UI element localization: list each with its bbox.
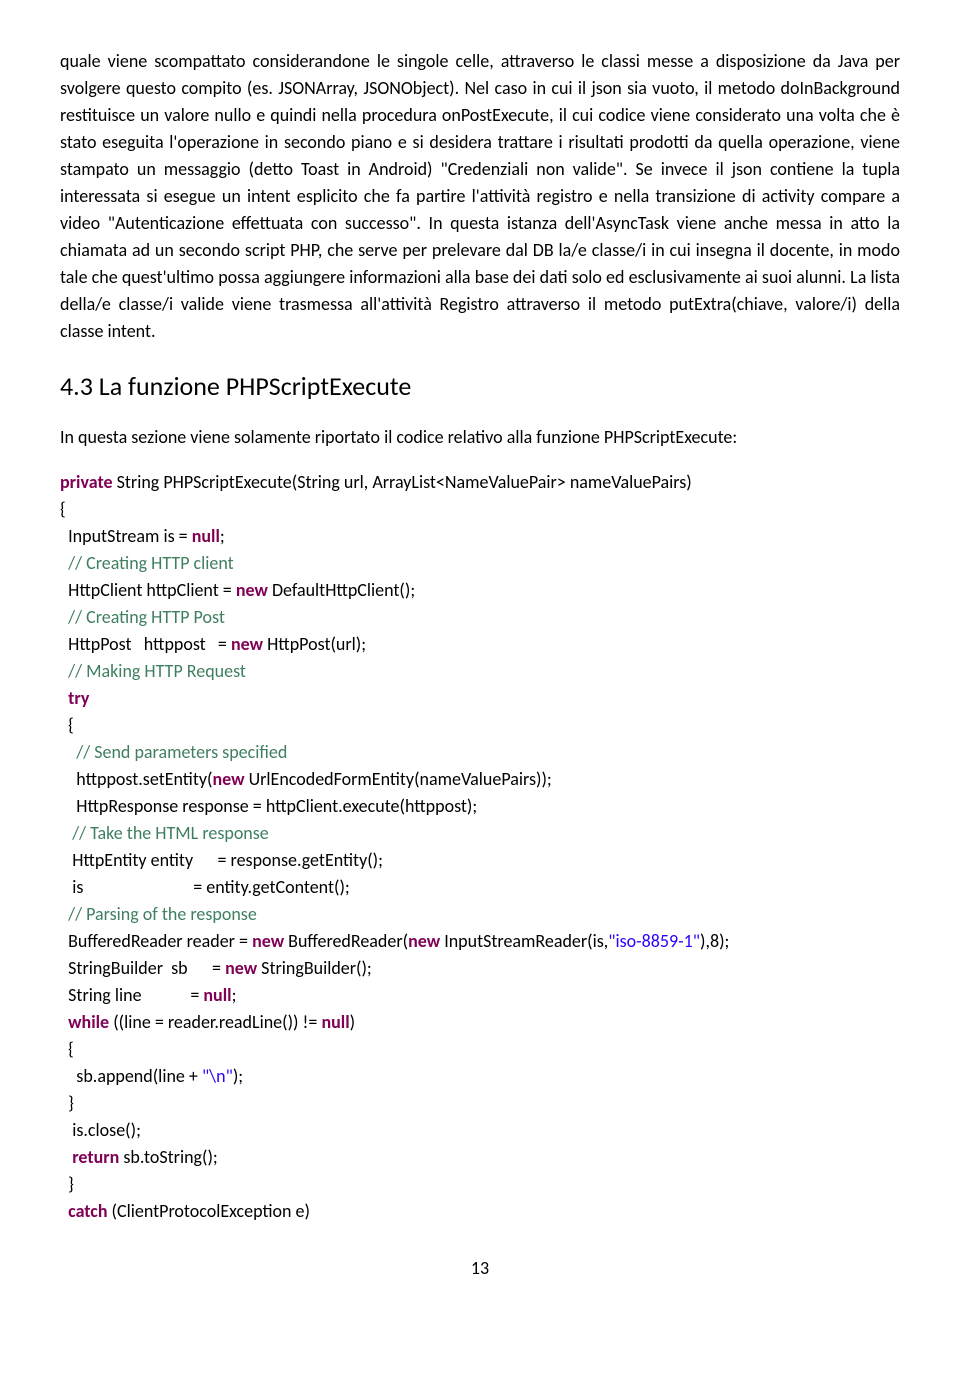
code-text: { [60,498,66,520]
code-text: StringBuilder(); [257,957,372,979]
code-keyword: while [60,1011,109,1033]
page-number: 13 [60,1255,900,1282]
code-keyword: catch [60,1200,107,1222]
code-text: ) [350,1011,355,1033]
code-text: { [60,1038,74,1060]
code-comment: // Send parameters specified [60,741,287,763]
code-keyword: return [60,1146,119,1168]
section-heading: 4.3 La funzione PHPScriptExecute [60,367,900,406]
code-text: HttpResponse response = httpClient.execu… [60,795,477,817]
code-string: "\n" [202,1065,233,1087]
code-text: InputStream is = [60,525,192,547]
intro-text: In questa sezione viene solamente riport… [60,424,900,451]
code-text: HttpPost httppost = [60,633,231,655]
body-paragraph: quale viene scompattato considerandone l… [60,48,900,345]
code-keyword: new [408,930,440,952]
code-text: BufferedReader reader = [60,930,252,952]
code-text: String PHPScriptExecute(String url, Arra… [113,471,692,493]
code-keyword: new [236,579,268,601]
code-text: StringBuilder sb = [60,957,225,979]
code-text: sb.append(line + [60,1065,202,1087]
code-text: ); [233,1065,243,1087]
code-keyword: new [252,930,284,952]
code-text: BufferedReader( [284,930,408,952]
code-keyword: try [60,687,89,709]
code-text: } [60,1092,74,1114]
code-text: ((line = reader.readLine()) != [109,1011,321,1033]
code-string: "iso-8859-1" [608,930,700,952]
code-text: UrlEncodedFormEntity(nameValuePairs)); [245,768,552,790]
code-keyword: null [321,1011,349,1033]
code-comment: // Parsing of the response [60,903,257,925]
code-text: ; [232,984,237,1006]
code-comment: // Making HTTP Request [60,660,246,682]
code-text: ),8); [700,930,729,952]
code-keyword: private [60,471,113,493]
code-text: DefaultHttpClient(); [268,579,415,601]
code-text: HttpClient httpClient = [60,579,236,601]
code-keyword: null [192,525,220,547]
code-text: String line = [60,984,203,1006]
code-comment: // Creating HTTP Post [60,606,225,628]
code-text: } [60,1173,74,1195]
code-keyword: new [231,633,263,655]
code-keyword: new [212,768,244,790]
code-block: private String PHPScriptExecute(String u… [60,469,900,1225]
code-text: is = entity.getContent(); [60,876,350,898]
code-text: ; [220,525,225,547]
code-text: (ClientProtocolException e) [107,1200,309,1222]
code-keyword: null [203,984,231,1006]
code-comment: // Creating HTTP client [60,552,234,574]
code-text: is.close(); [60,1119,141,1141]
code-text: sb.toString(); [119,1146,217,1168]
code-text: httppost.setEntity( [60,768,212,790]
code-text: { [60,714,74,736]
code-text: HttpEntity entity = response.getEntity()… [60,849,383,871]
code-keyword: new [225,957,257,979]
code-text: InputStreamReader(is, [440,930,608,952]
code-comment: // Take the HTML response [60,822,269,844]
code-text: HttpPost(url); [263,633,366,655]
